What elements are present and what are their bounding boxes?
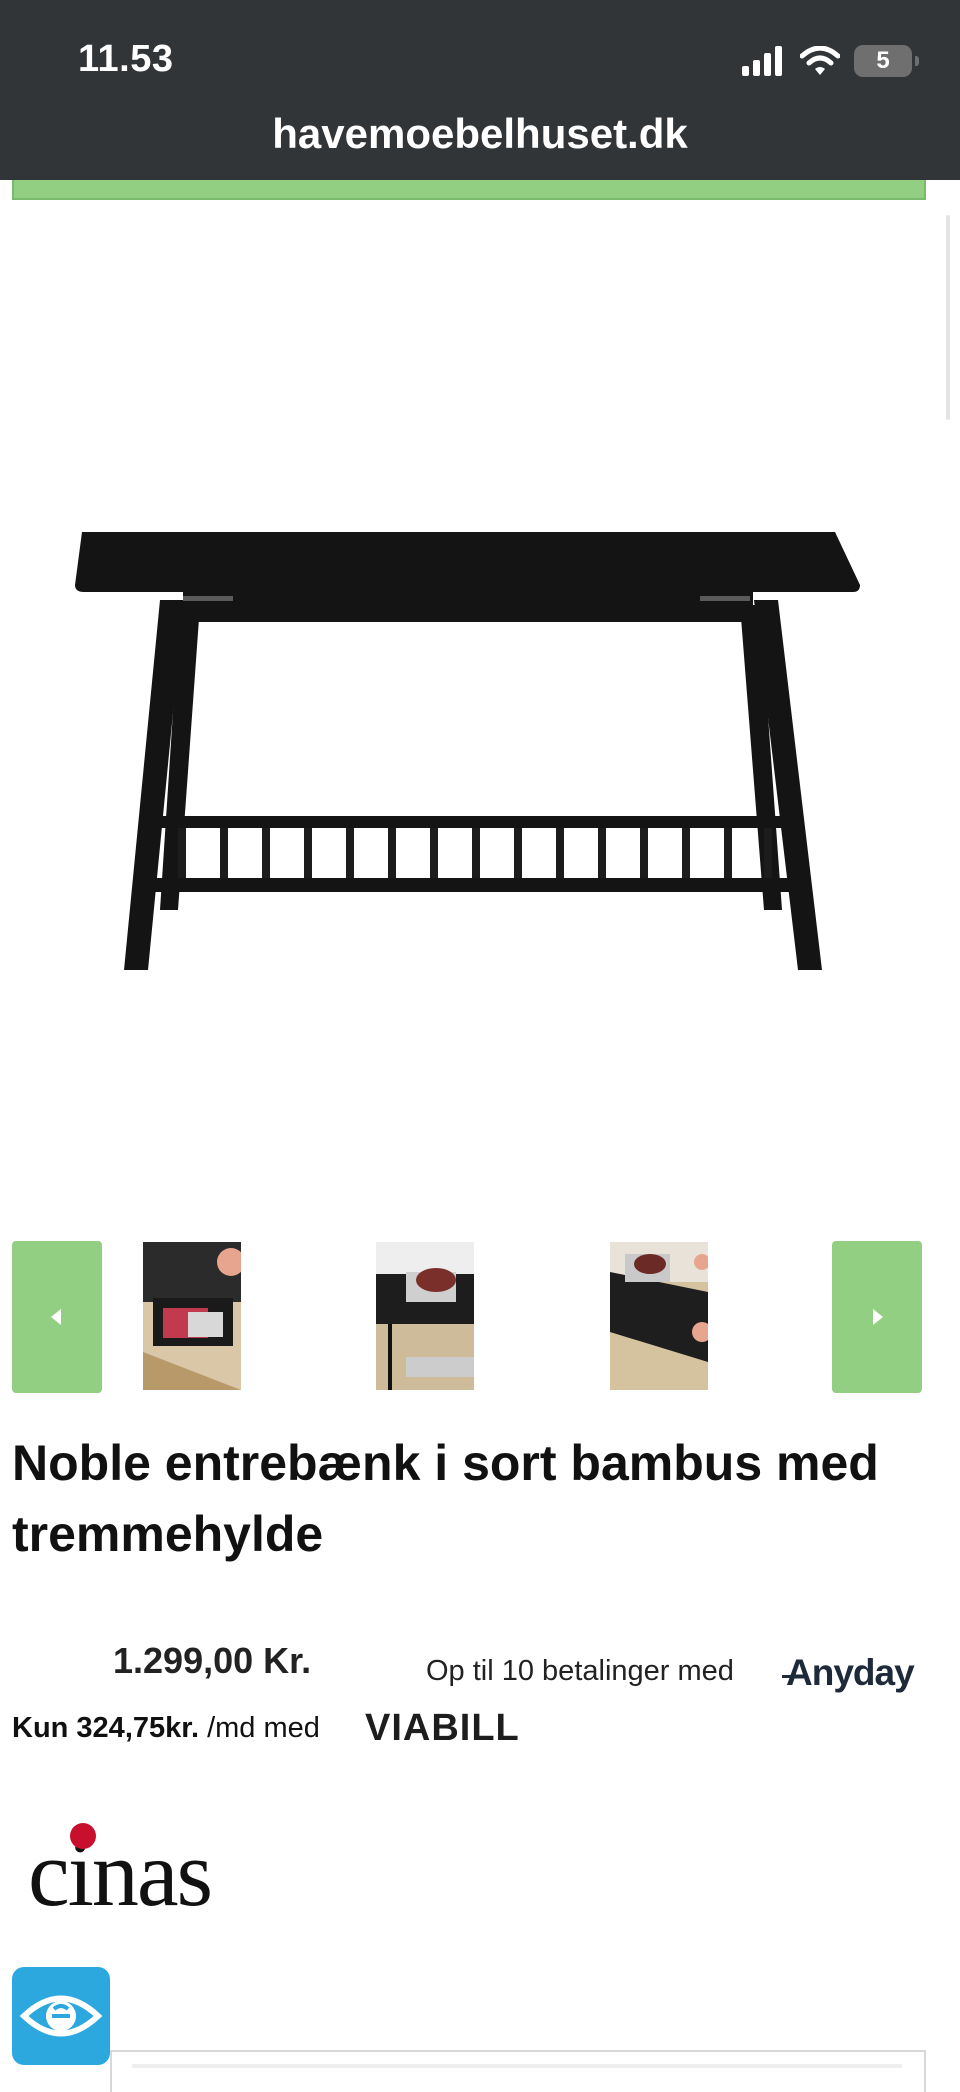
viabill-installment-line: Kun 324,75kr. /md med bbox=[12, 1712, 320, 1745]
battery-icon: 5 bbox=[854, 45, 919, 77]
product-thumbnail-1[interactable] bbox=[143, 1242, 241, 1390]
product-main-image[interactable] bbox=[60, 510, 870, 980]
chevron-left-icon bbox=[51, 1309, 61, 1325]
anyday-logo[interactable]: Anyday bbox=[782, 1652, 915, 1694]
anyday-installments-text: Op til 10 betalinger med bbox=[426, 1655, 734, 1687]
brand-logo-cinas[interactable]: cinas bbox=[28, 1820, 213, 1928]
wifi-icon bbox=[800, 46, 840, 75]
signal-icon bbox=[742, 46, 782, 76]
product-thumbnail-2[interactable] bbox=[376, 1242, 474, 1390]
status-icons: 5 bbox=[742, 44, 919, 78]
viabill-logo[interactable]: VIABILL bbox=[365, 1707, 520, 1750]
scrollbar[interactable] bbox=[946, 215, 950, 420]
product-price: 1.299,00 Kr. bbox=[113, 1640, 312, 1681]
product-thumbnail-3[interactable] bbox=[610, 1242, 708, 1390]
chevron-right-icon bbox=[873, 1309, 883, 1325]
bottom-section-box bbox=[110, 2050, 926, 2092]
browser-status-bar: 11.53 5 havemoebelhuset.dk bbox=[0, 0, 960, 180]
carousel-prev-button[interactable] bbox=[12, 1241, 102, 1393]
product-title: Noble entrebænk i sort bambus med tremme… bbox=[12, 1435, 879, 1562]
carousel-next-button[interactable] bbox=[832, 1241, 922, 1393]
viabill-text: /md med bbox=[207, 1712, 320, 1744]
viabill-amount: Kun 324,75kr. bbox=[12, 1712, 199, 1744]
eye-icon bbox=[19, 1995, 103, 2037]
clock-time: 11.53 bbox=[78, 38, 174, 80]
brand-logo-mark bbox=[70, 1823, 96, 1849]
accessibility-eye-button[interactable] bbox=[12, 1967, 110, 2065]
green-banner-edge bbox=[12, 180, 926, 200]
address-bar-url[interactable]: havemoebelhuset.dk bbox=[0, 110, 960, 158]
